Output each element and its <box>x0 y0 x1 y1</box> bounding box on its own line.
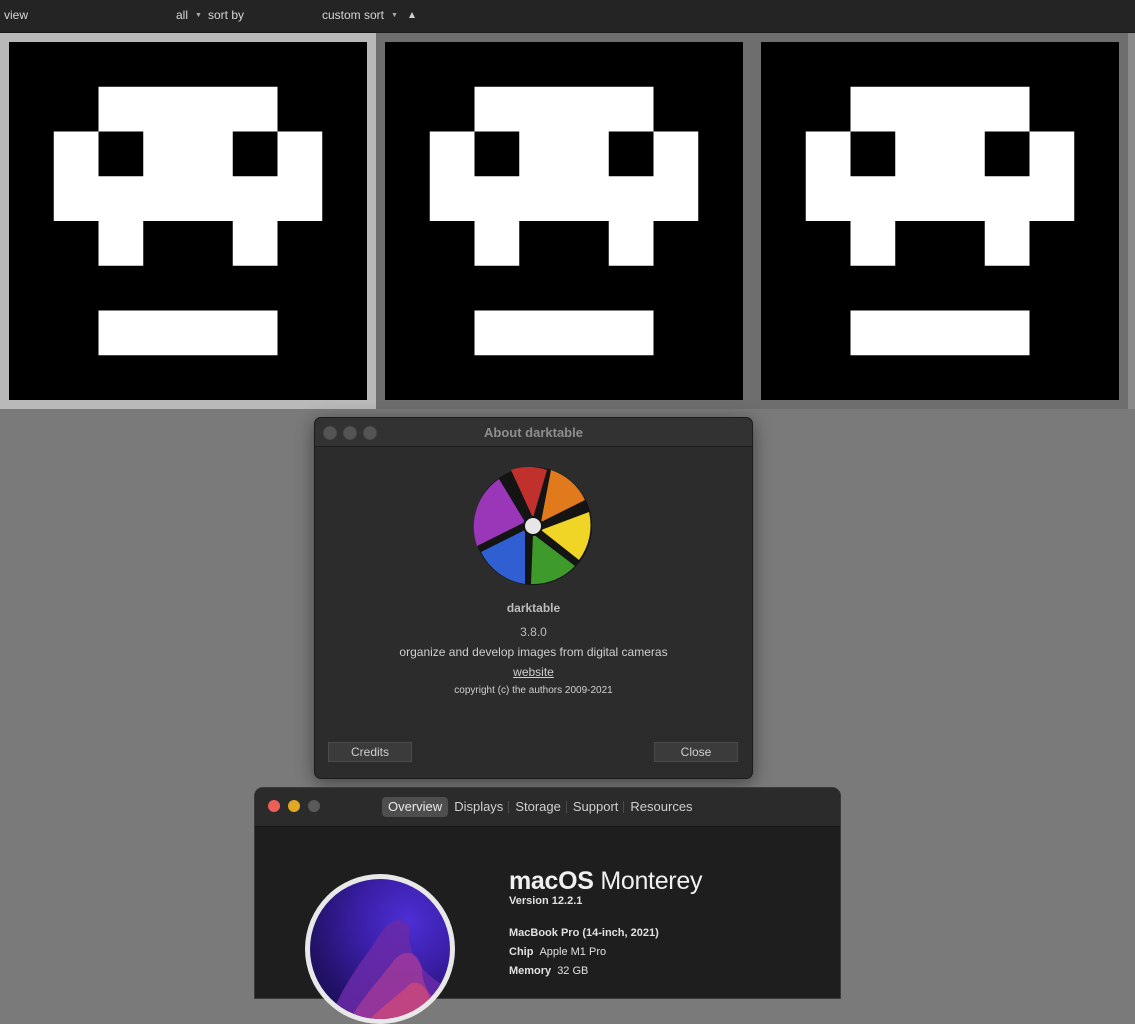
skull-icon <box>9 42 367 400</box>
thumbnail-image[interactable] <box>761 42 1119 400</box>
about-this-mac-window: Overview Displays Storage Support Resour… <box>254 787 841 1024</box>
memory-label: Memory <box>509 965 552 977</box>
tab-displays[interactable]: Displays <box>448 797 509 817</box>
dialog-title: About darktable <box>484 425 583 440</box>
os-release: Monterey <box>600 867 703 895</box>
chevron-down-icon: ▼ <box>195 12 202 19</box>
tab-bar: Overview Displays Storage Support Resour… <box>382 796 699 818</box>
memory-info: Memory 32 GB <box>509 965 588 977</box>
model-name: MacBook Pro (14-inch, 2021) <box>509 927 659 939</box>
copyright-text: copyright (c) the authors 2009-2021 <box>454 685 613 696</box>
sort-by-label: sort by <box>208 8 245 22</box>
sort-direction-icon[interactable] <box>409 12 415 18</box>
sort-value: custom sort <box>322 8 385 22</box>
model-name-text: MacBook Pro (14-inch, 2021) <box>509 927 659 939</box>
skull-icon <box>385 42 743 400</box>
chip-info: Chip Apple M1 Pro <box>509 946 606 958</box>
thumbnail-cell[interactable] <box>376 33 752 409</box>
os-version-text: Version 12.2.1 <box>509 895 583 907</box>
minimize-window-button[interactable] <box>288 800 300 812</box>
filter-toolbar: view all ▼ sort by custom sort ▼ <box>0 0 1135 33</box>
dialog-titlebar: About darktable <box>315 418 752 447</box>
thumbnail-cell[interactable] <box>0 33 376 409</box>
view-label: view <box>4 8 29 22</box>
filter-value: all <box>176 8 189 22</box>
os-version: Version 12.2.1 <box>509 895 582 907</box>
window-titlebar: Overview Displays Storage Support Resour… <box>255 788 840 827</box>
filter-dropdown[interactable]: all ▼ <box>176 8 202 22</box>
tab-resources[interactable]: Resources <box>623 797 698 817</box>
credits-button[interactable]: Credits <box>328 742 412 762</box>
close-button[interactable]: Close <box>654 742 738 762</box>
chip-label: Chip <box>509 946 534 958</box>
app-version: 3.8.0 <box>520 625 547 639</box>
sort-dropdown[interactable]: custom sort ▼ <box>322 8 398 22</box>
thumbnail-image[interactable] <box>9 42 367 400</box>
chip-value: Apple M1 Pro <box>539 946 607 958</box>
thumbnail-image[interactable] <box>385 42 743 400</box>
darktable-logo-icon <box>473 466 593 591</box>
memory-value: 32 GB <box>557 965 589 977</box>
tab-support[interactable]: Support <box>565 797 625 817</box>
os-name: macOS Monterey <box>509 867 702 896</box>
app-name: darktable <box>506 601 561 615</box>
about-darktable-dialog: About darktable darktable 3.8.0 organize… <box>314 417 753 779</box>
thumbnail-cell[interactable] <box>752 33 1128 409</box>
app-description: organize and develop images from digital… <box>399 645 668 659</box>
chevron-down-icon: ▼ <box>391 12 398 19</box>
lighttable-grid <box>0 33 1135 409</box>
macos-monterey-logo-icon <box>305 874 455 1024</box>
skull-icon <box>761 42 1119 400</box>
thumbnail-cell-partial <box>1128 33 1135 409</box>
tab-overview[interactable]: Overview <box>382 797 449 817</box>
zoom-window-button[interactable] <box>308 800 320 812</box>
close-window-button[interactable] <box>268 800 280 812</box>
website-link[interactable]: website <box>315 665 752 679</box>
tab-storage[interactable]: Storage <box>508 797 567 817</box>
os-brand: macOS <box>509 867 594 895</box>
